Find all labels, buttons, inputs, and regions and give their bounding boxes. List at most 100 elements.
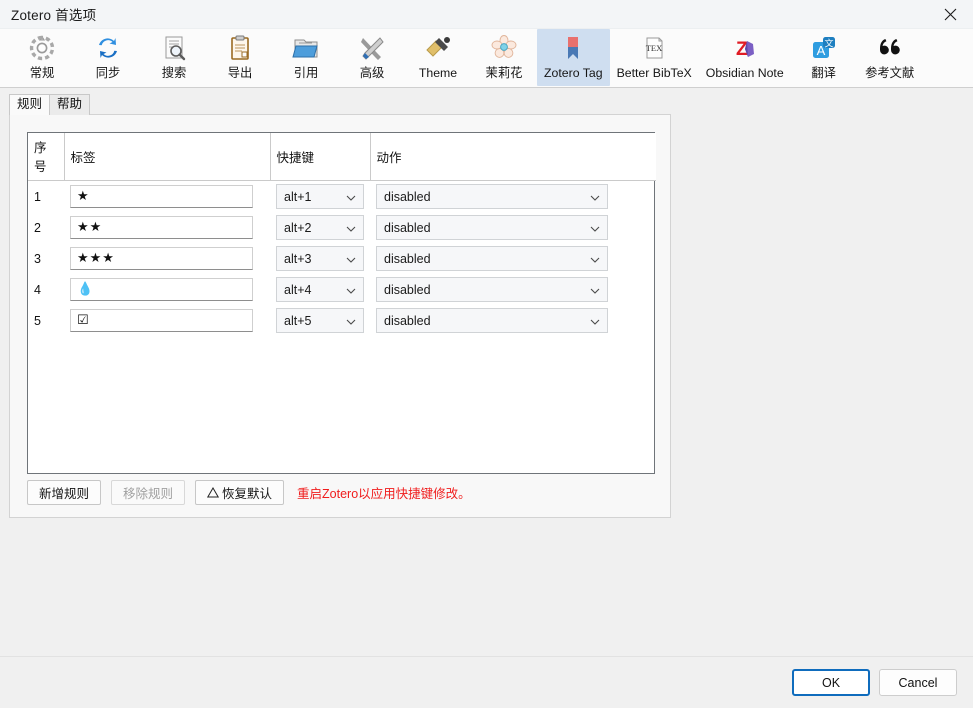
shortcut-value: alt+4	[284, 282, 312, 297]
tab-obsidian-note[interactable]: Z Obsidian Note	[699, 29, 791, 86]
add-rule-button[interactable]: 新增规则	[27, 480, 102, 505]
tab-search[interactable]: 搜索	[141, 29, 207, 86]
title-bar: Zotero 首选项	[0, 0, 973, 29]
tab-zotero-tag[interactable]: Zotero Tag	[537, 29, 610, 86]
tab-references[interactable]: 参考文献	[857, 29, 923, 86]
tab-label: Zotero Tag	[544, 66, 603, 80]
tag-input[interactable]: ★★★	[70, 247, 253, 270]
svg-text:文: 文	[824, 38, 833, 49]
tag-input[interactable]: ★★	[70, 216, 253, 239]
panel-button-bar: 新增规则 移除规则 恢复默认 重启Zotero以应用快捷键修改。	[27, 480, 471, 505]
preferences-window: Zotero 首选项 常规 同步 搜索 导出 引用 高级 Theme 茉莉花 Z…	[0, 0, 973, 708]
tab-label: Theme	[418, 66, 458, 80]
rules-panel: 序号 标签 快捷键 动作 1 ★ alt+1 disabled 2 ★★ alt…	[9, 114, 671, 518]
tab-label: 参考文献	[865, 66, 915, 80]
table-row: 3 ★★★ alt+3 disabled	[28, 243, 656, 274]
shortcut-select[interactable]: alt+1	[276, 184, 364, 209]
column-header-action: 动作	[370, 133, 656, 181]
restart-notice: 重启Zotero以应用快捷键修改。	[297, 487, 471, 501]
close-glyph	[944, 8, 957, 21]
table-row: 1 ★ alt+1 disabled	[28, 181, 656, 213]
subtab-help[interactable]: 帮助	[49, 94, 91, 115]
quotation-marks-icon	[873, 33, 907, 63]
action-value: disabled	[384, 282, 431, 297]
action-select[interactable]: disabled	[376, 246, 608, 271]
chevron-down-icon	[346, 190, 356, 204]
tab-label: 搜索	[161, 66, 187, 80]
chevron-down-icon	[346, 283, 356, 297]
tab-label: 茉莉花	[485, 66, 523, 80]
tab-translate[interactable]: A 文 翻译	[791, 29, 857, 86]
tab-label: Better BibTeX	[616, 66, 692, 80]
row-index: 4	[34, 282, 41, 297]
sync-arrows-icon	[91, 33, 125, 63]
row-index: 3	[34, 251, 41, 266]
tab-cite[interactable]: 引用	[273, 29, 339, 86]
restore-default-button[interactable]: 恢复默认	[195, 480, 285, 505]
bookmark-icon	[556, 33, 590, 63]
action-select[interactable]: disabled	[376, 184, 608, 209]
chevron-down-icon	[590, 252, 600, 266]
document-search-icon	[157, 33, 191, 63]
rules-table-container: 序号 标签 快捷键 动作 1 ★ alt+1 disabled 2 ★★ alt…	[27, 132, 656, 474]
tag-input[interactable]: 💧	[70, 278, 253, 301]
gear-icon	[25, 33, 59, 63]
row-index: 2	[34, 220, 41, 235]
tex-document-icon: TEX	[637, 33, 671, 63]
close-icon[interactable]	[928, 0, 973, 29]
shortcut-select[interactable]: alt+3	[276, 246, 364, 271]
chevron-down-icon	[346, 221, 356, 235]
clipboard-icon	[223, 33, 257, 63]
flower-icon	[487, 33, 521, 63]
tab-label: 导出	[227, 66, 253, 80]
shortcut-value: alt+1	[284, 189, 312, 204]
obsidian-icon: Z	[728, 33, 762, 63]
tab-general[interactable]: 常规	[9, 29, 75, 86]
rules-table: 序号 标签 快捷键 动作 1 ★ alt+1 disabled 2 ★★ alt…	[28, 133, 656, 336]
ok-button[interactable]: OK	[792, 669, 870, 696]
tag-input[interactable]: ☑	[70, 309, 253, 332]
subtab-rules[interactable]: 规则	[9, 94, 51, 115]
table-header-row: 序号 标签 快捷键 动作	[28, 133, 656, 181]
shortcut-value: alt+3	[284, 251, 312, 266]
shortcut-value: alt+5	[284, 313, 312, 328]
chevron-down-icon	[590, 221, 600, 235]
tab-label: Obsidian Note	[705, 66, 784, 80]
tools-icon	[355, 33, 389, 63]
preferences-toolbar: 常规 同步 搜索 导出 引用 高级 Theme 茉莉花 Zotero Tag T…	[0, 29, 973, 88]
cancel-button[interactable]: Cancel	[879, 669, 957, 696]
chevron-down-icon	[590, 314, 600, 328]
row-index: 5	[34, 313, 41, 328]
column-header-index: 序号	[28, 133, 65, 181]
tab-better-bibtex[interactable]: TEX Better BibTeX	[610, 29, 699, 86]
table-row: 2 ★★ alt+2 disabled	[28, 212, 656, 243]
tab-theme[interactable]: Theme	[405, 29, 471, 86]
chevron-down-icon	[590, 283, 600, 297]
restore-default-label: 恢复默认	[222, 487, 273, 501]
tab-export[interactable]: 导出	[207, 29, 273, 86]
column-header-tag: 标签	[64, 133, 271, 181]
dialog-footer: OK Cancel	[0, 656, 973, 708]
action-value: disabled	[384, 220, 431, 235]
action-select[interactable]: disabled	[376, 277, 608, 302]
warning-triangle-icon	[207, 487, 220, 498]
window-title: Zotero 首选项	[11, 8, 97, 23]
shortcut-select[interactable]: alt+5	[276, 308, 364, 333]
tag-input[interactable]: ★	[70, 185, 253, 208]
tab-jasmine[interactable]: 茉莉花	[471, 29, 537, 86]
chevron-down-icon	[346, 314, 356, 328]
shortcut-value: alt+2	[284, 220, 312, 235]
paintbrush-icon	[421, 33, 455, 63]
table-row: 4 💧 alt+4 disabled	[28, 274, 656, 305]
tab-label: 同步	[95, 66, 121, 80]
shortcut-select[interactable]: alt+4	[276, 277, 364, 302]
tab-advanced[interactable]: 高级	[339, 29, 405, 86]
action-select[interactable]: disabled	[376, 215, 608, 240]
folder-icon	[289, 33, 323, 63]
tab-sync[interactable]: 同步	[75, 29, 141, 86]
shortcut-select[interactable]: alt+2	[276, 215, 364, 240]
action-select[interactable]: disabled	[376, 308, 608, 333]
tab-label: 引用	[293, 66, 319, 80]
svg-text:TEX: TEX	[646, 43, 663, 53]
chevron-down-icon	[346, 252, 356, 266]
